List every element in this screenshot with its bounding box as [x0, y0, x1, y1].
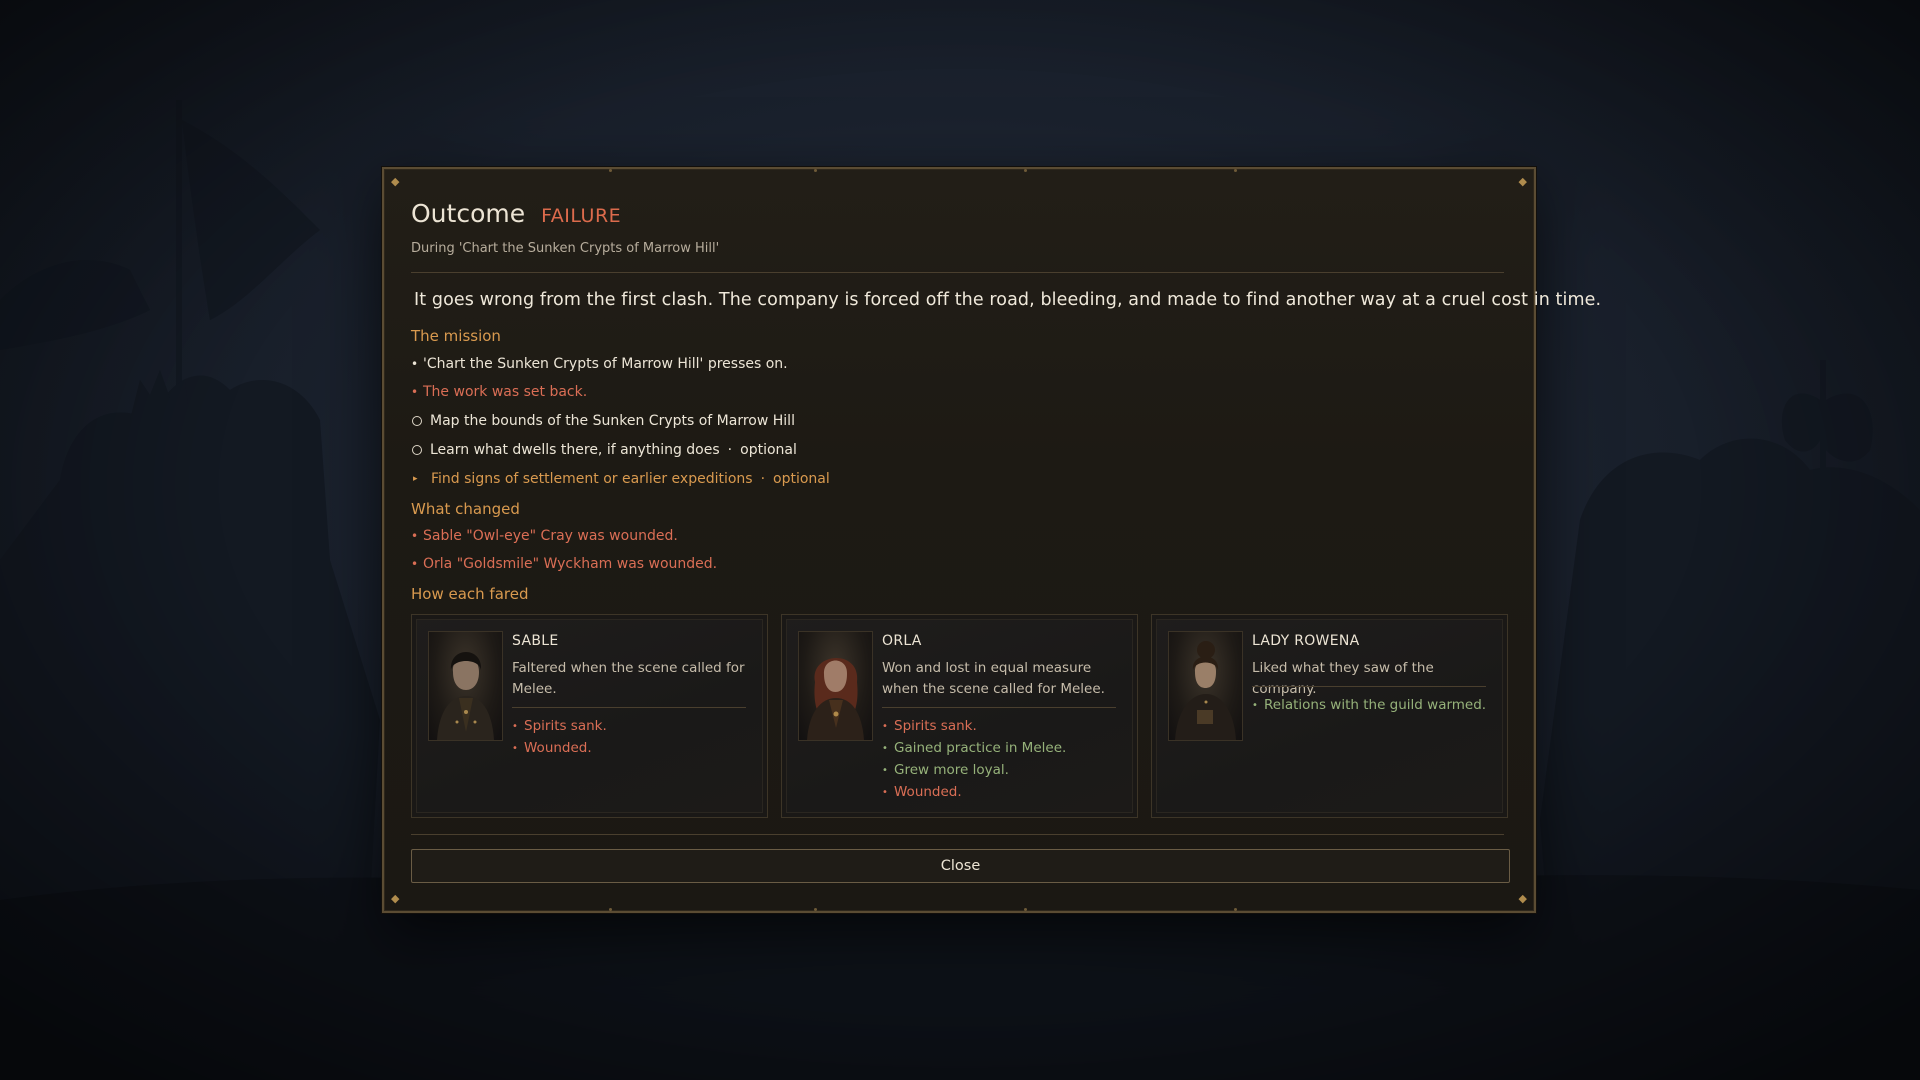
footer-divider [411, 834, 1504, 835]
card-divider [1252, 686, 1486, 687]
bullet-icon: • [882, 764, 888, 776]
objective-optional-tag: optional [740, 442, 797, 458]
character-portrait [428, 631, 503, 741]
mission-presses-on: 'Chart the Sunken Crypts of Marrow Hill'… [423, 356, 788, 372]
change-item: • Sable "Owl-eye" Cray was wounded. [411, 528, 678, 544]
effect-item: • Gained practice in Melee. [882, 737, 1066, 759]
bullet-icon: • [411, 357, 419, 371]
mission-setback: The work was set back. [423, 384, 588, 400]
effect-text: Gained practice in Melee. [894, 740, 1067, 756]
triangle-marker-icon: ▸ [413, 474, 418, 484]
ornate-corner-icon: ◆ [391, 892, 400, 905]
bullet-icon: • [411, 385, 419, 399]
effect-item: • Spirits sank. [512, 715, 607, 737]
outcome-dialog: ◆ ◆ ◆ ◆ Outcome FAILURE During 'Chart th… [382, 167, 1601, 913]
character-name: ORLA [882, 633, 922, 649]
change-text: Orla "Goldsmile" Wyckham was wounded. [423, 556, 718, 572]
bullet-icon: • [411, 529, 419, 543]
objective-text: Map the bounds of the Sunken Crypts of M… [430, 413, 795, 429]
effect-item: • Spirits sank. [882, 715, 1066, 737]
mission-setback-line: • The work was set back. [411, 384, 587, 400]
effect-text: Relations with the guild warmed. [1264, 697, 1487, 713]
objective-item: Learn what dwells there, if anything doe… [411, 442, 797, 458]
character-description: Faltered when the scene called for Melee… [512, 660, 745, 697]
character-card-orla: ORLA Won and lost in equal measure when … [781, 614, 1138, 818]
objective-text: Find signs of settlement or earlier expe… [431, 471, 753, 487]
change-text: Sable "Owl-eye" Cray was wounded. [423, 528, 678, 544]
effect-text: Wounded. [894, 784, 962, 800]
ornate-corner-icon: ◆ [391, 175, 400, 188]
outcome-status: FAILURE [541, 205, 622, 227]
objective-item: Map the bounds of the Sunken Crypts of M… [411, 413, 795, 429]
bullet-icon: • [512, 742, 518, 754]
character-name: SABLE [512, 633, 559, 649]
hollow-circle-icon [412, 416, 422, 426]
effect-item: • Grew more loyal. [882, 759, 1066, 781]
character-effects: • Spirits sank. • Gained practice in Melee… [882, 715, 1066, 803]
character-effects: • Spirits sank. • Wounded. [512, 715, 607, 759]
separator-dot: · [760, 471, 766, 487]
separator-dot: · [727, 442, 733, 458]
objective-text: Learn what dwells there, if anything doe… [430, 442, 720, 458]
hollow-circle-icon [412, 445, 422, 455]
effect-text: Spirits sank. [894, 718, 977, 734]
character-cards: SABLE Faltered when the scene called for… [411, 614, 1508, 818]
character-effects: • Relations with the guild warmed. [1252, 694, 1486, 716]
frame-stud [1024, 908, 1027, 911]
mission-heading: The mission [411, 327, 501, 345]
ornate-corner-icon: ◆ [1518, 892, 1527, 905]
effect-text: Spirits sank. [524, 718, 607, 734]
fared-heading: How each fared [411, 585, 529, 603]
effect-item: • Wounded. [512, 737, 607, 759]
character-portrait [798, 631, 873, 741]
frame-stud [1234, 908, 1237, 911]
character-card-sable: SABLE Faltered when the scene called for… [411, 614, 768, 818]
character-name: LADY ROWENA [1252, 633, 1360, 649]
frame-stud [1234, 169, 1237, 172]
frame-stud [609, 169, 612, 172]
effect-text: Wounded. [524, 740, 592, 756]
character-portrait [1168, 631, 1243, 741]
ornate-corner-icon: ◆ [1518, 175, 1527, 188]
bullet-icon: • [882, 742, 888, 754]
frame-stud [814, 169, 817, 172]
character-card-lady-rowena: LADY ROWENA Liked what they saw of the c… [1151, 614, 1508, 818]
outcome-narrative: It goes wrong from the first clash. The … [414, 290, 1602, 310]
dialog-title: Outcome [411, 199, 526, 228]
mission-status-line: • 'Chart the Sunken Crypts of Marrow Hil… [411, 356, 788, 372]
header-divider [411, 272, 1504, 273]
card-divider [512, 707, 746, 708]
effect-item: • Relations with the guild warmed. [1252, 694, 1486, 716]
change-item: • Orla "Goldsmile" Wyckham was wounded. [411, 556, 717, 572]
character-description: Won and lost in equal measure when the s… [882, 660, 1105, 697]
bullet-icon: • [1252, 699, 1258, 711]
objective-optional-tag: optional [773, 471, 830, 487]
frame-stud [609, 908, 612, 911]
bullet-icon: • [882, 786, 888, 798]
bullet-icon: • [882, 720, 888, 732]
bullet-icon: • [411, 557, 419, 571]
frame-stud [1024, 169, 1027, 172]
effect-item: • Wounded. [882, 781, 1066, 803]
frame-stud [814, 908, 817, 911]
bullet-icon: • [512, 720, 518, 732]
close-button[interactable]: Close [411, 849, 1510, 883]
dialog-subtitle: During 'Chart the Sunken Crypts of Marro… [411, 241, 720, 256]
card-divider [882, 707, 1116, 708]
title-row: Outcome FAILURE [411, 199, 621, 228]
objective-item-active: ▸ Find signs of settlement or earlier ex… [411, 471, 830, 487]
effect-text: Grew more loyal. [894, 762, 1009, 778]
changes-heading: What changed [411, 500, 520, 518]
